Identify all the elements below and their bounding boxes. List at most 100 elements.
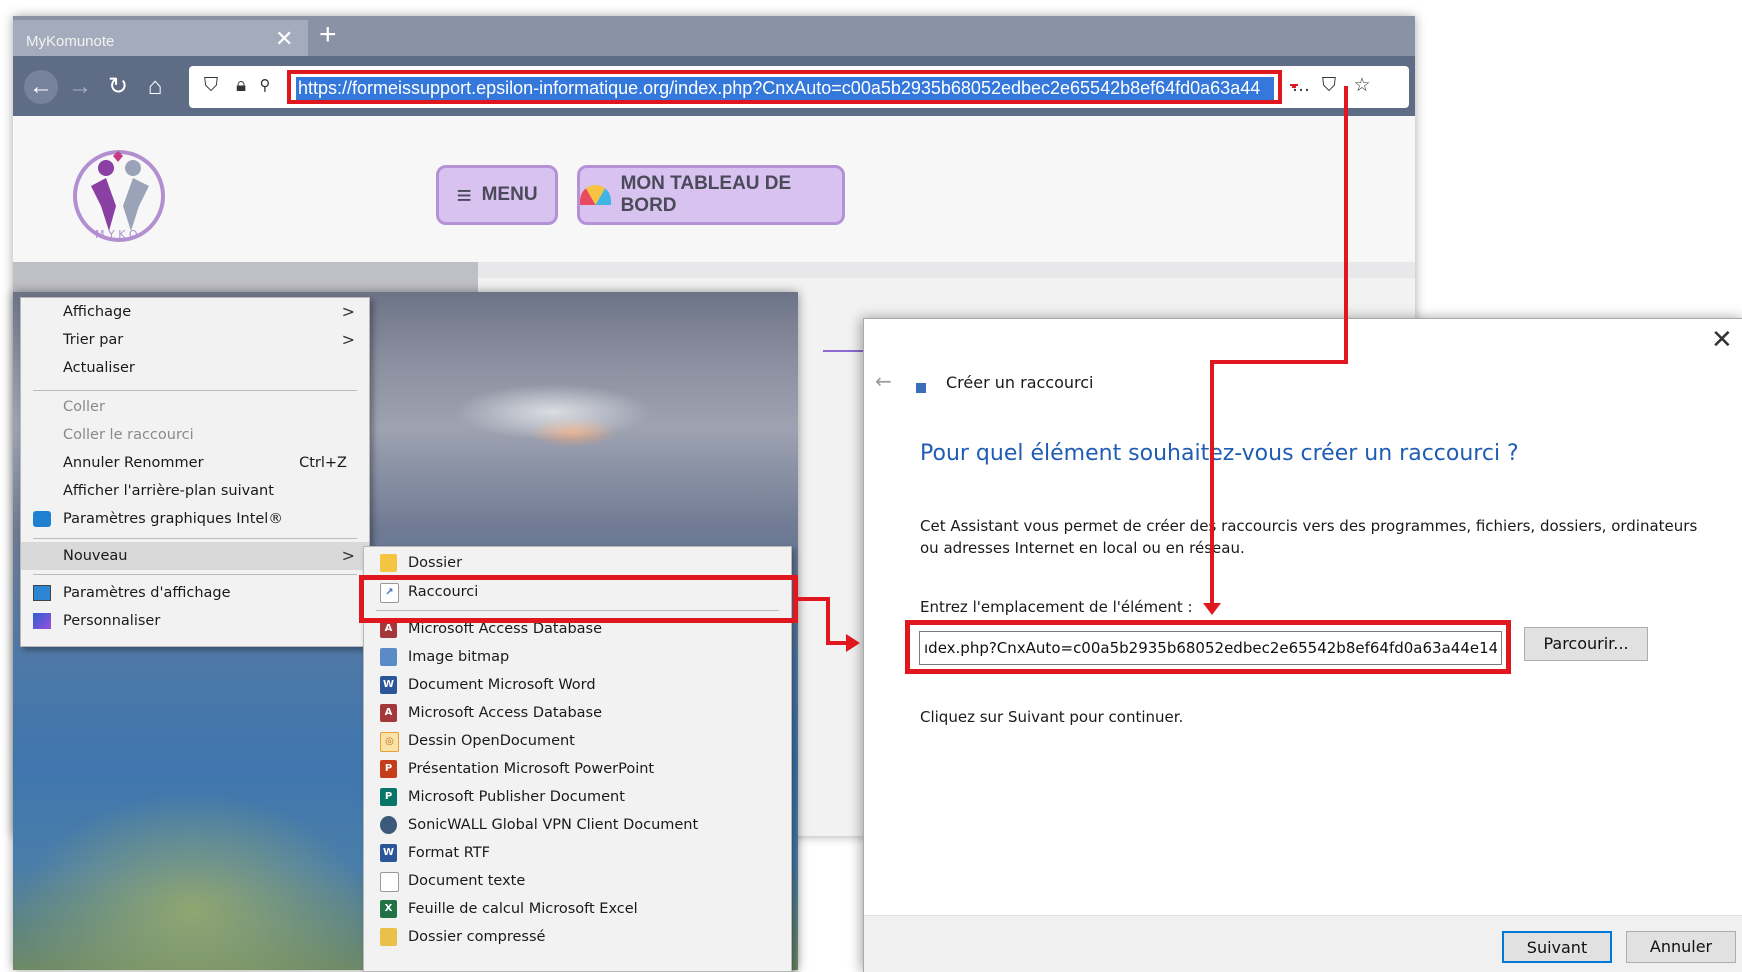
arrowhead-right-icon — [846, 634, 860, 652]
menu-item-annuler-renommer[interactable]: Annuler Renommer Ctrl+Z — [21, 449, 369, 477]
location-input[interactable] — [919, 631, 1502, 665]
chevron-right-icon: > — [341, 330, 355, 349]
back-arrow-icon[interactable]: ← — [875, 369, 892, 393]
submenu-item-label: Format RTF — [408, 845, 490, 861]
dialog-heading: Pour quel élément souhaitez-vous créer u… — [920, 441, 1519, 466]
publisher-icon: P — [380, 788, 397, 806]
submenu-item-label: Document Microsoft Word — [408, 677, 596, 693]
menu-item-label: Annuler Renommer — [63, 455, 204, 471]
menu-item-intel-graphics[interactable]: Paramètres graphiques Intel® — [21, 505, 369, 533]
submenu-item-label: Document texte — [408, 873, 526, 889]
dashboard-button-label: MON TABLEAU DE BORD — [620, 173, 792, 216]
submenu-item-label: Dossier compressé — [408, 929, 546, 945]
folder-icon — [380, 554, 397, 572]
back-arrow-icon[interactable]: ← — [24, 70, 58, 104]
home-icon[interactable]: ⌂ — [138, 70, 172, 104]
lock-icon[interactable]: 🔒︎ — [229, 74, 253, 98]
menu-item-label: Paramètres d'affichage — [63, 585, 231, 601]
arrowhead-down-icon — [1203, 603, 1221, 615]
dialog-title: Créer un raccourci — [946, 373, 1094, 392]
menu-item-parametres-affichage[interactable]: Paramètres d'affichage — [21, 579, 369, 607]
new-tab-button[interactable]: + — [319, 18, 337, 52]
submenu-item-rtf[interactable]: W Format RTF — [364, 839, 791, 867]
access-icon: A — [380, 704, 397, 722]
submenu-item-powerpoint[interactable]: P Présentation Microsoft PowerPoint — [364, 755, 791, 783]
word-icon: W — [380, 676, 397, 694]
menu-item-arriere-plan-suivant[interactable]: Afficher l'arrière-plan suivant — [21, 477, 369, 505]
annotation-connector — [1344, 86, 1348, 364]
bitmap-icon — [380, 648, 397, 666]
menu-item-label: Nouveau — [63, 548, 128, 564]
submenu-item-label: Microsoft Publisher Document — [408, 789, 625, 805]
url-bar[interactable]: ⛉ 🔒︎ ⚲ https://formeissupport.epsilon-in… — [189, 66, 1409, 108]
annotation-connector — [798, 597, 828, 601]
menu-item-personnaliser[interactable]: Personnaliser — [21, 607, 369, 635]
tab-title: MyKomunote — [26, 33, 115, 50]
menu-item-coller-raccourci: Coller le raccourci — [21, 421, 369, 449]
submenu-item-dossier[interactable]: Dossier — [364, 549, 791, 577]
url-text[interactable]: https://formeissupport.epsilon-informati… — [296, 77, 1274, 100]
shield-icon[interactable]: ⛉ — [199, 74, 223, 98]
mykomunote-logo[interactable]: M Y K O — [61, 146, 177, 246]
powerpoint-icon: P — [380, 760, 397, 778]
vpn-icon — [380, 816, 397, 834]
submenu-item-excel[interactable]: X Feuille de calcul Microsoft Excel — [364, 895, 791, 923]
menu-item-label: Paramètres graphiques Intel® — [63, 511, 283, 527]
menu-separator — [33, 574, 357, 575]
menu-item-label: Actualiser — [63, 360, 135, 376]
menu-item-affichage[interactable]: Affichage > — [21, 298, 369, 326]
desktop-context-menu: Affichage > Trier par > Actualiser Colle… — [20, 297, 370, 647]
bookmark-star-icon[interactable]: ☆ — [1350, 74, 1374, 98]
chevron-right-icon: > — [341, 546, 355, 565]
dashboard-button[interactable]: MON TABLEAU DE BORD — [577, 165, 845, 225]
reload-icon[interactable]: ↻ — [101, 70, 135, 104]
menu-item-label: Coller le raccourci — [63, 427, 194, 443]
dashboard-gauge-icon — [580, 185, 611, 205]
submenu-item-opendocument-draw[interactable]: ◎ Dessin OpenDocument — [364, 727, 791, 755]
menu-item-trier-par[interactable]: Trier par > — [21, 326, 369, 354]
hamburger-icon: ≡ — [456, 179, 472, 210]
menu-button[interactable]: ≡ MENU — [436, 165, 558, 225]
annotation-connector — [1210, 360, 1214, 605]
menu-item-coller: Coller — [21, 393, 369, 421]
display-settings-icon — [33, 585, 51, 601]
submenu-item-bitmap[interactable]: Image bitmap — [364, 643, 791, 671]
url-highlight-box: https://formeissupport.epsilon-informati… — [287, 70, 1282, 104]
submenu-item-label: Image bitmap — [408, 649, 510, 665]
cancel-button[interactable]: Annuler — [1626, 931, 1736, 963]
menu-button-label: MENU — [481, 184, 538, 205]
annotation-connector — [1290, 84, 1298, 86]
close-tab-icon[interactable]: ✕ — [275, 26, 293, 52]
submenu-item-publisher[interactable]: P Microsoft Publisher Document — [364, 783, 791, 811]
submenu-item-word[interactable]: W Document Microsoft Word — [364, 671, 791, 699]
continue-hint: Cliquez sur Suivant pour continuer. — [920, 708, 1184, 726]
submenu-item-text[interactable]: Document texte — [364, 867, 791, 895]
menu-item-nouveau[interactable]: Nouveau > — [21, 542, 369, 570]
annotation-connector — [826, 641, 848, 645]
rtf-icon: W — [380, 844, 397, 862]
pocket-icon[interactable]: ⛉ — [1317, 74, 1341, 98]
close-icon[interactable]: ✕ — [1711, 325, 1733, 355]
browse-button[interactable]: Parcourir... — [1524, 627, 1648, 661]
raccourci-highlight-box — [359, 575, 798, 623]
next-button[interactable]: Suivant — [1502, 931, 1612, 963]
menu-item-label: Afficher l'arrière-plan suivant — [63, 483, 274, 499]
permissions-icon[interactable]: ⚲ — [253, 74, 277, 98]
intel-graphics-icon — [33, 511, 51, 527]
menu-item-label: Trier par — [63, 332, 124, 348]
svg-text:M Y K O: M Y K O — [95, 228, 138, 241]
tab-mykomunote[interactable]: MyKomunote ✕ — [13, 20, 308, 56]
submenu-item-label: SonicWALL Global VPN Client Document — [408, 817, 699, 833]
submenu-item-label: Dessin OpenDocument — [408, 733, 575, 749]
submenu-item-sonicwall[interactable]: SonicWALL Global VPN Client Document — [364, 811, 791, 839]
submenu-item-zip[interactable]: Dossier compressé — [364, 923, 791, 951]
menu-item-actualiser[interactable]: Actualiser — [21, 354, 369, 382]
text-icon — [380, 872, 399, 892]
navigation-bar: ← → ↻ ⌂ ⛉ 🔒︎ ⚲ https://formeissupport.ep… — [13, 56, 1415, 116]
forward-arrow-icon[interactable]: → — [63, 70, 97, 104]
menu-separator — [33, 390, 357, 391]
dialog-description: Cet Assistant vous permet de créer des r… — [920, 517, 1698, 557]
submenu-item-access-2[interactable]: A Microsoft Access Database — [364, 699, 791, 727]
menu-separator — [33, 538, 357, 539]
submenu-item-label: Microsoft Access Database — [408, 705, 603, 721]
